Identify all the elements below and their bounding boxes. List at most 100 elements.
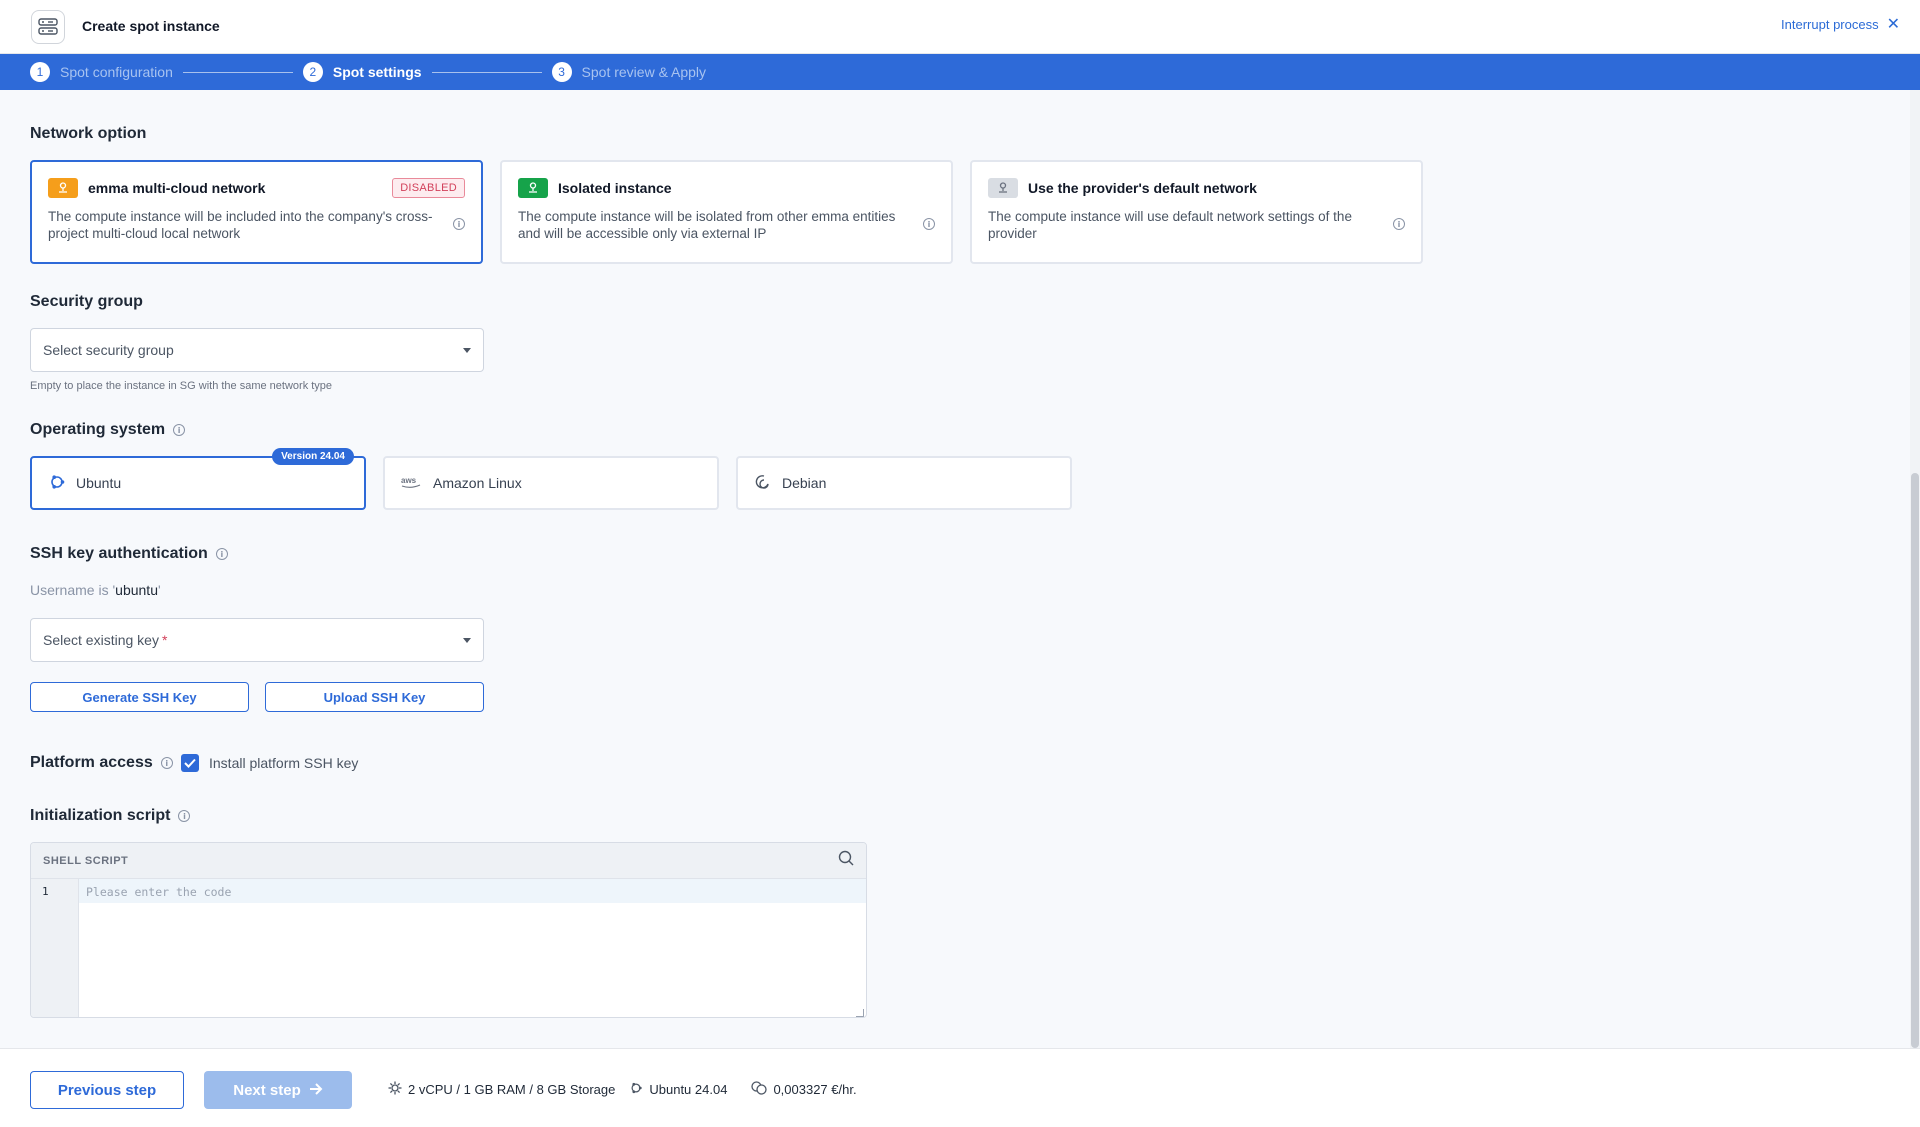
os-name: Ubuntu [76,475,122,491]
info-icon[interactable]: i [173,424,186,436]
caret-down-icon [463,637,471,643]
network-option-name: Isolated instance [558,180,672,196]
step-spot-configuration[interactable]: 1 Spot configuration [30,62,173,82]
select-placeholder: Select security group [43,342,174,358]
network-option-desc: The compute instance will be isolated fr… [518,209,896,241]
platform-access-title: Platform access i [30,754,173,772]
step-connector [431,71,542,73]
os-option-debian[interactable]: Debian [736,456,1072,510]
step-label: Spot configuration [60,64,173,80]
spec-summary: 2 vCPU / 1 GB RAM / 8 GB Storage [388,1081,615,1098]
os-name: Debian [782,475,827,491]
spec-text: 2 vCPU / 1 GB RAM / 8 GB Storage [408,1082,616,1097]
security-group-title: Security group [30,293,143,311]
coins-icon [751,1081,768,1098]
os-option-ubuntu[interactable]: Ubuntu Version 24.04 [30,448,366,510]
ssh-key-select[interactable]: Select existing key * [30,618,484,662]
security-group-helper: Empty to place the instance in SG with t… [30,380,333,392]
arrow-right-icon [309,1082,323,1099]
security-group-select[interactable]: Select security group [30,328,484,372]
network-option-default[interactable]: Use the provider's default network The c… [970,160,1423,264]
step-spot-settings[interactable]: 2 Spot settings [302,62,422,82]
cpu-icon [388,1081,402,1098]
network-icon [48,178,78,198]
section-title-text: Security group [30,293,143,310]
scrollbar-thumb[interactable] [1911,473,1919,1048]
line-number: 1 [42,885,49,898]
page-title: Create spot instance [82,18,220,34]
required-mark: * [161,632,168,648]
username-prefix: Username is ' [30,582,116,598]
editor-language-label: SHELL SCRIPT [43,854,129,867]
resize-handle[interactable] [856,1009,864,1017]
next-step-label: Next step [233,1081,301,1099]
network-option-name: emma multi-cloud network [88,180,266,196]
step-number: 1 [30,62,50,82]
ssh-key-title: SSH key authentication i [30,545,228,563]
code-placeholder: Please enter the code [86,885,232,899]
editor-body[interactable]: 1 Please enter the code [31,879,866,1017]
info-icon[interactable]: i [178,810,191,822]
editor-gutter [31,879,79,1017]
network-option-isolated[interactable]: Isolated instance The compute instance w… [500,160,953,264]
network-option-name: Use the provider's default network [1028,180,1257,196]
top-bar: Create spot instance Interrupt process ✕ [0,0,1920,54]
section-title-text: Platform access [30,754,153,771]
previous-step-button[interactable]: Previous step [30,1071,184,1109]
generate-ssh-key-button[interactable]: Generate SSH Key [30,682,249,712]
info-icon[interactable]: i [215,548,228,560]
upload-ssh-key-button[interactable]: Upload SSH Key [265,682,484,712]
os-text: Ubuntu 24.04 [649,1082,728,1097]
footer-bar: Previous step Next step 2 vCPU / 1 GB RA… [0,1048,1920,1127]
step-spot-review[interactable]: 3 Spot review & Apply [551,62,706,82]
ssh-key-placeholder: Select existing key [43,632,159,648]
info-icon[interactable]: i [923,218,935,230]
main-content: Network option emma multi-cloud network … [0,90,1910,1048]
step-number: 2 [302,62,323,82]
server-icon [31,10,65,44]
network-option-desc: The compute instance will be included in… [48,209,433,241]
os-option-amazon-linux[interactable]: aws Amazon Linux [383,456,719,510]
info-icon[interactable]: i [160,757,173,769]
username-value: ubuntu [115,582,158,598]
initialization-script-title: Initialization script i [30,807,191,825]
stepper: 1 Spot configuration 2 Spot settings 3 S… [0,54,1920,90]
step-label: Spot settings [332,64,422,80]
next-step-button[interactable]: Next step [204,1071,352,1109]
caret-down-icon [463,347,471,353]
section-title-text: Initialization script [30,807,171,824]
debian-icon [754,473,772,494]
aws-icon: aws [401,475,423,492]
select-placeholder: Select existing key * [43,632,167,648]
code-editor[interactable]: SHELL SCRIPT 1 Please enter the code [30,842,867,1018]
operating-system-title: Operating system i [30,421,186,439]
svg-text:aws: aws [401,476,417,485]
ubuntu-icon [629,1081,643,1098]
ubuntu-icon [48,473,66,494]
interrupt-label: Interrupt process [1781,17,1879,32]
install-platform-ssh-key-option[interactable]: Install platform SSH key [181,754,358,772]
close-icon: ✕ [1886,15,1900,33]
username-suffix: ' [157,582,161,598]
section-title-text: Operating system [30,421,166,438]
network-icon [988,178,1018,198]
os-name: Amazon Linux [433,475,522,491]
price-text: 0,003327 €/hr. [773,1082,857,1097]
section-title-text: Network option [30,125,147,142]
network-icon [518,178,548,198]
step-connector [182,71,293,73]
section-title-text: SSH key authentication [30,545,208,562]
version-badge: Version 24.04 [272,448,354,465]
ssh-username-hint: Username is 'ubuntu' [30,582,161,598]
checkbox-checked[interactable] [181,754,199,772]
search-icon[interactable] [838,850,854,871]
checkbox-label: Install platform SSH key [209,755,359,771]
network-option-desc: The compute instance will use default ne… [988,209,1352,241]
interrupt-process-button[interactable]: Interrupt process ✕ [1781,15,1900,33]
info-icon[interactable]: i [453,218,465,230]
os-summary: Ubuntu 24.04 [629,1081,727,1098]
step-number: 3 [551,62,572,82]
page-scrollbar[interactable] [1910,90,1920,1048]
network-option-emma[interactable]: emma multi-cloud network The compute ins… [30,160,483,264]
info-icon[interactable]: i [1393,218,1405,230]
